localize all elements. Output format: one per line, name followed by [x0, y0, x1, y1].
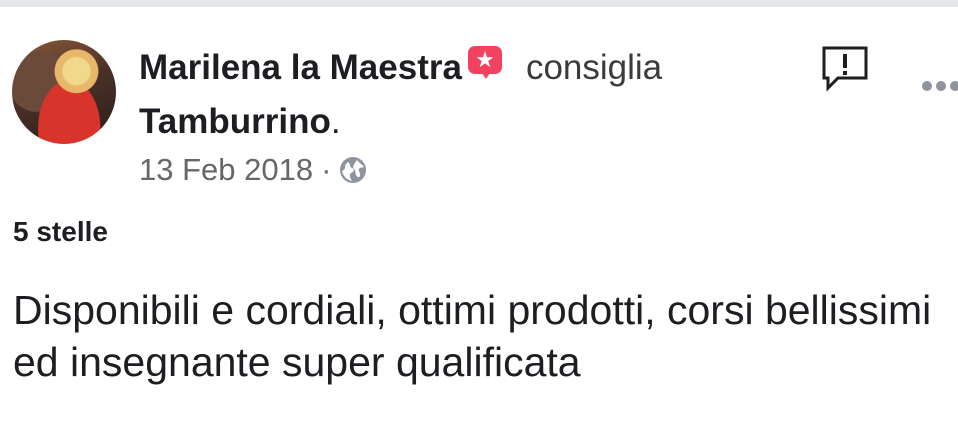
rating-label: 5 stelle [13, 216, 108, 247]
post-meta: 13 Feb 2018 · [139, 150, 367, 190]
post-header-line-1: Marilena la Maestra ★ consiglia [139, 46, 662, 90]
top-divider-bar [0, 0, 958, 7]
author-name-link[interactable]: Marilena la Maestra [139, 48, 462, 87]
recommend-verb: consiglia [525, 48, 663, 87]
post-date[interactable]: 13 Feb 2018 [139, 152, 313, 187]
review-text: Disponibili e cordiali, ottimi prodotti,… [13, 287, 932, 385]
recommend-star-bubble-icon: ★ [467, 46, 504, 80]
meta-separator: · [321, 152, 332, 187]
header-period: . [330, 102, 341, 141]
page-name-link[interactable]: Tamburrino [139, 102, 331, 141]
report-icon[interactable] [820, 44, 870, 94]
star-icon: ★ [475, 47, 495, 72]
globe-icon [340, 156, 367, 183]
more-options-icon[interactable] [920, 76, 958, 96]
post-header-line-2: Tamburrino. [139, 100, 341, 144]
author-avatar[interactable] [12, 40, 116, 144]
